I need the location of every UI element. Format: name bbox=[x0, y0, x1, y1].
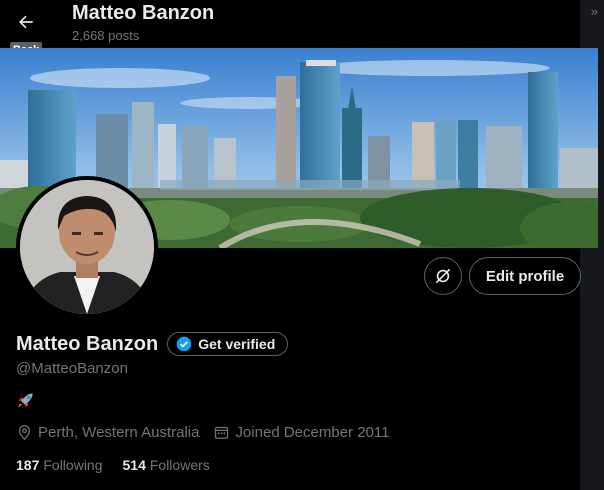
joined-text: Joined December 2011 bbox=[235, 424, 390, 441]
back-button[interactable] bbox=[8, 4, 44, 40]
calendar-icon bbox=[215, 426, 229, 439]
edit-profile-button[interactable]: Edit profile bbox=[469, 257, 581, 295]
arrow-left-icon bbox=[19, 15, 33, 29]
location-pin-icon bbox=[18, 425, 31, 441]
rocket-icon bbox=[18, 393, 33, 408]
unlink-icon bbox=[435, 268, 451, 284]
get-verified-button[interactable]: Get verified bbox=[167, 332, 289, 356]
profile-header: Back Matteo Banzon 2,668 posts bbox=[0, 0, 604, 58]
display-name: Matteo Banzon bbox=[16, 332, 159, 355]
chevron-right-icon[interactable]: » bbox=[591, 4, 598, 19]
name-row: Matteo Banzon Get verified bbox=[16, 332, 289, 356]
get-verified-label: Get verified bbox=[198, 336, 276, 352]
post-count: 2,668 posts bbox=[72, 28, 140, 43]
profile-photo bbox=[20, 180, 154, 314]
followers-count: 514 bbox=[122, 457, 146, 473]
joined-item: Joined December 2011 bbox=[213, 424, 389, 441]
profile-meta: Perth, Western Australia Joined December… bbox=[16, 424, 403, 441]
header-title: Matteo Banzon bbox=[72, 2, 215, 24]
verified-badge-icon bbox=[176, 336, 192, 352]
followers-label: Followers bbox=[149, 457, 210, 473]
avatar[interactable] bbox=[16, 176, 158, 318]
following-label: Following bbox=[43, 457, 103, 473]
follow-stats: 187 Following 514 Followers bbox=[16, 457, 230, 473]
handle: @MatteoBanzon bbox=[16, 360, 128, 377]
location-text: Perth, Western Australia bbox=[38, 424, 200, 441]
following-link[interactable]: 187 Following bbox=[16, 457, 103, 473]
following-count: 187 bbox=[16, 457, 40, 473]
unlink-button[interactable] bbox=[424, 257, 462, 295]
location-item: Perth, Western Australia bbox=[16, 424, 199, 441]
followers-link[interactable]: 514 Followers bbox=[123, 457, 210, 473]
